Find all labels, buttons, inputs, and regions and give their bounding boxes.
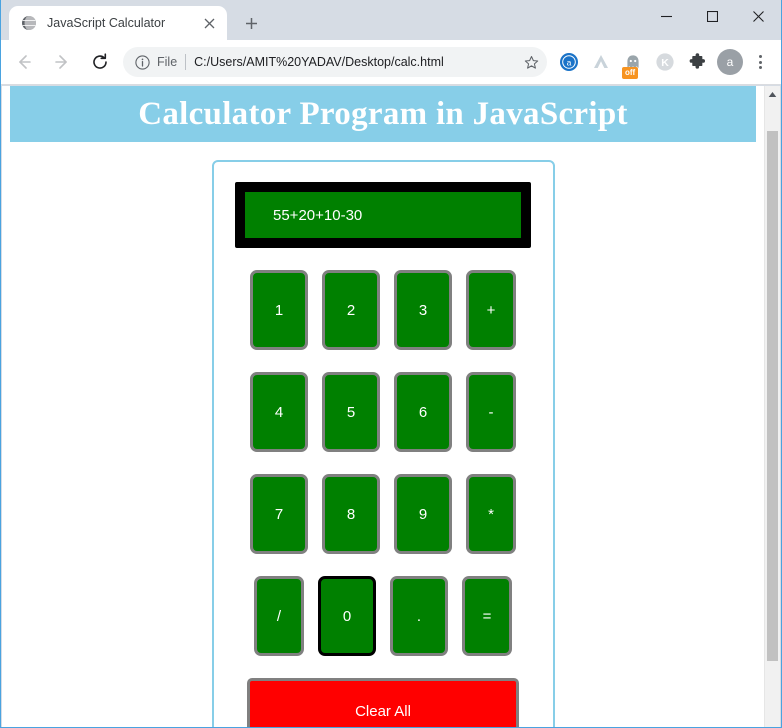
ghostery-extension-icon[interactable]: off xyxy=(620,49,646,79)
browser-window: JavaScript Calculator File C:/Users/AMIT… xyxy=(0,0,782,728)
key-2[interactable]: 2 xyxy=(322,270,380,350)
key-6[interactable]: 6 xyxy=(394,372,452,452)
key-.[interactable]: . xyxy=(390,576,448,656)
kebab-menu-icon[interactable] xyxy=(747,49,773,75)
kaspersky-extension-icon[interactable]: K xyxy=(652,49,678,75)
back-button[interactable] xyxy=(9,47,39,77)
web-page: Calculator Program in JavaScript 55+20+1… xyxy=(2,86,764,727)
new-tab-button[interactable] xyxy=(237,9,265,37)
scrollbar-thumb[interactable] xyxy=(767,131,778,661)
keypad-row: 1 2 3 + xyxy=(222,270,545,350)
address-bar[interactable]: File C:/Users/AMIT%20YADAV/Desktop/calc.… xyxy=(123,47,547,77)
key-0[interactable]: 0 xyxy=(318,576,376,656)
minimize-button[interactable] xyxy=(643,0,689,32)
browser-toolbar: File C:/Users/AMIT%20YADAV/Desktop/calc.… xyxy=(1,40,781,85)
vertical-scrollbar[interactable] xyxy=(764,86,780,727)
key-=[interactable]: = xyxy=(462,576,512,656)
keypad-row: 456- xyxy=(222,372,545,452)
url-scheme-label: File xyxy=(157,55,178,69)
globe-icon xyxy=(21,15,37,31)
key-1[interactable]: 1 xyxy=(250,270,308,350)
window-controls xyxy=(643,0,781,32)
key-8[interactable]: 8 xyxy=(322,474,380,554)
tab-title: JavaScript Calculator xyxy=(47,16,166,30)
clear-row: Clear All xyxy=(214,678,553,727)
svg-text:a: a xyxy=(567,58,572,68)
page-viewport: Calculator Program in JavaScript 55+20+1… xyxy=(2,86,780,727)
tab-strip: JavaScript Calculator xyxy=(1,0,781,40)
calculator-container: 55+20+10-30 1 2 3 +4 5 6-7 8 9 */0. = Clear All xyxy=(211,160,555,727)
display-wrapper: 55+20+10-30 xyxy=(230,182,537,248)
close-icon[interactable] xyxy=(199,13,219,33)
browser-tab[interactable]: JavaScript Calculator xyxy=(9,6,227,40)
svg-text:K: K xyxy=(661,57,669,69)
close-button[interactable] xyxy=(735,0,781,32)
url-text: C:/Users/AMIT%20YADAV/Desktop/calc.html xyxy=(194,55,444,69)
key-*[interactable]: * xyxy=(466,474,516,554)
profile-avatar[interactable]: a xyxy=(717,49,743,75)
key-7[interactable]: 7 xyxy=(250,474,308,554)
calculator-display[interactable]: 55+20+10-30 xyxy=(235,182,531,248)
keypad: 1 2 3 +4 5 6-7 8 9 */0. = xyxy=(214,270,553,656)
avast-extension-icon[interactable] xyxy=(588,49,614,75)
page-title: Calculator Program in JavaScript xyxy=(138,95,628,132)
forward-button[interactable] xyxy=(47,47,77,77)
key-5[interactable]: 5 xyxy=(322,372,380,452)
key-9[interactable]: 9 xyxy=(394,474,452,554)
keypad-row: /0. = xyxy=(222,576,545,656)
clear-all-button[interactable]: Clear All xyxy=(247,678,519,727)
key-4[interactable]: 4 xyxy=(250,372,308,452)
key--[interactable]: - xyxy=(466,372,516,452)
keypad-row: 7 8 9 * xyxy=(222,474,545,554)
page-banner: Calculator Program in JavaScript xyxy=(10,86,756,142)
extensions-puzzle-icon[interactable] xyxy=(684,49,710,75)
info-icon[interactable] xyxy=(133,53,151,71)
bookmark-star-icon[interactable] xyxy=(519,50,543,74)
reload-button[interactable] xyxy=(85,47,115,77)
key-/[interactable]: / xyxy=(254,576,304,656)
omnibox-divider xyxy=(185,54,187,70)
key-3[interactable]: 3 xyxy=(394,270,452,350)
key-+[interactable]: + xyxy=(466,270,516,350)
adblock-extension-icon[interactable]: a xyxy=(556,49,582,75)
extension-badge: off xyxy=(622,67,639,79)
maximize-button[interactable] xyxy=(689,0,735,32)
scroll-up-arrow-icon[interactable] xyxy=(765,86,780,103)
